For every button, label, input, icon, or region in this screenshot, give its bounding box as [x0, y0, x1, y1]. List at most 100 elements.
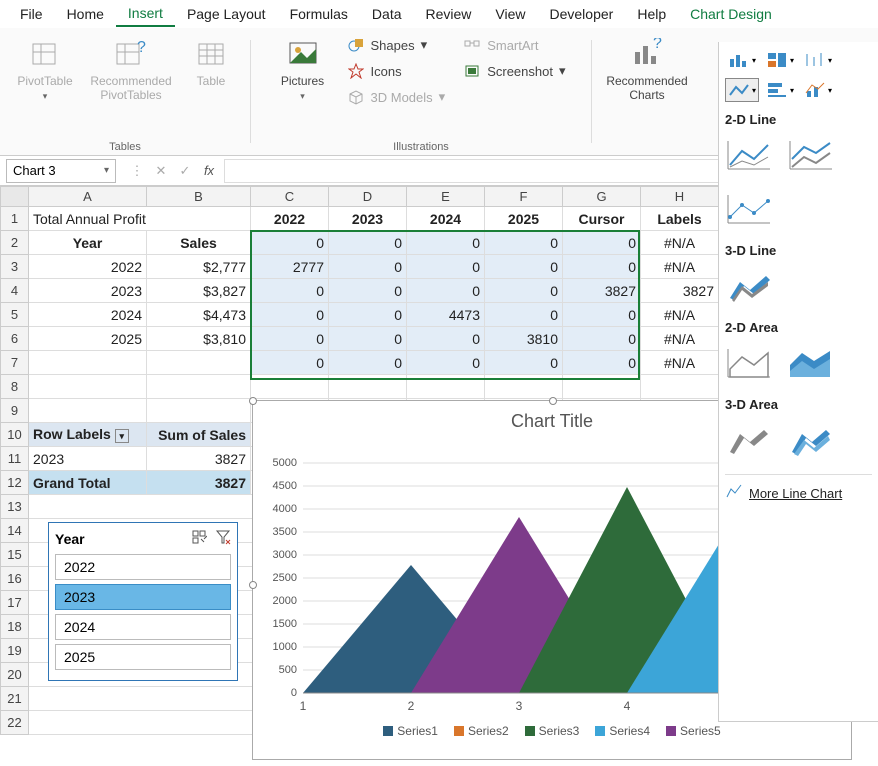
pivot-header[interactable]: Row Labels▾	[29, 423, 147, 447]
slicer-item[interactable]: 2025	[55, 644, 231, 670]
col-head-C[interactable]: C	[251, 187, 329, 207]
cell[interactable]: 2022	[251, 207, 329, 231]
line-stacked-option[interactable]	[787, 135, 835, 175]
cell[interactable]: 0	[485, 231, 563, 255]
cell[interactable]: 0	[329, 351, 407, 375]
pivottable-button[interactable]: PivotTable▾	[13, 34, 77, 107]
slicer-item[interactable]: 2023	[55, 584, 231, 610]
cell[interactable]: 3827	[641, 279, 719, 303]
cell[interactable]: $2,777	[147, 255, 251, 279]
line-markers-option[interactable]	[725, 189, 773, 229]
row-head[interactable]: 12	[1, 471, 29, 495]
hierarchy-chart-button[interactable]: ▾	[763, 48, 797, 72]
shapes-button[interactable]: Shapes ▾	[341, 34, 452, 56]
cell[interactable]: 0	[329, 231, 407, 255]
area-stacked-option[interactable]	[787, 343, 835, 383]
row-head[interactable]: 10	[1, 423, 29, 447]
more-line-charts-link[interactable]: More Line Chart	[725, 474, 872, 504]
cell[interactable]: $3,827	[147, 279, 251, 303]
cell[interactable]: $4,473	[147, 303, 251, 327]
cell[interactable]	[29, 375, 147, 399]
cell[interactable]: 2023	[29, 279, 147, 303]
cell[interactable]: 0	[563, 351, 641, 375]
cell[interactable]: Year	[29, 231, 147, 255]
cell[interactable]: #N/A	[641, 327, 719, 351]
multiselect-icon[interactable]	[191, 529, 207, 548]
3d-models-button[interactable]: 3D Models ▾	[341, 86, 452, 108]
cell[interactable]: #N/A	[641, 303, 719, 327]
table-button[interactable]: Table	[185, 34, 237, 92]
combo-chart-button[interactable]: ▾	[801, 78, 835, 102]
cell[interactable]: 3810	[485, 327, 563, 351]
row-head[interactable]: 15	[1, 543, 29, 567]
cell[interactable]: 0	[329, 255, 407, 279]
cell[interactable]	[251, 375, 329, 399]
row-head[interactable]: 9	[1, 399, 29, 423]
cell[interactable]: 0	[329, 303, 407, 327]
tab-chart-design[interactable]: Chart Design	[678, 2, 784, 26]
row-head[interactable]: 13	[1, 495, 29, 519]
tab-file[interactable]: File	[8, 2, 55, 26]
row-head[interactable]: 4	[1, 279, 29, 303]
chart-legend[interactable]: Series1 Series2 Series3 Series4 Series5	[253, 724, 851, 738]
row-head[interactable]: 1	[1, 207, 29, 231]
slicer-item[interactable]: 2024	[55, 614, 231, 640]
cell[interactable]: 0	[485, 351, 563, 375]
row-head[interactable]: 17	[1, 591, 29, 615]
cell[interactable]: 0	[407, 255, 485, 279]
cell[interactable]	[563, 375, 641, 399]
col-head-F[interactable]: F	[485, 187, 563, 207]
cell[interactable]: 0	[407, 327, 485, 351]
cell[interactable]: 2022	[29, 255, 147, 279]
pivot-total-value[interactable]: 3827	[147, 471, 251, 495]
cell[interactable]: #N/A	[641, 231, 719, 255]
tab-page-layout[interactable]: Page Layout	[175, 2, 278, 26]
cell[interactable]: $3,810	[147, 327, 251, 351]
col-head-E[interactable]: E	[407, 187, 485, 207]
column-chart-button[interactable]: ▾	[725, 48, 759, 72]
row-head[interactable]: 7	[1, 351, 29, 375]
cell[interactable]	[641, 375, 719, 399]
tab-insert[interactable]: Insert	[116, 1, 175, 27]
recommended-pivottables-button[interactable]: ? Recommended PivotTables	[83, 34, 179, 106]
pivot-row[interactable]: 2023	[29, 447, 147, 471]
cell[interactable]: Sales	[147, 231, 251, 255]
bar-chart-button[interactable]: ▾	[763, 78, 797, 102]
area-3d-option[interactable]	[725, 420, 773, 460]
cell[interactable]: 0	[563, 303, 641, 327]
slicer-item[interactable]: 2022	[55, 554, 231, 580]
cell[interactable]	[329, 375, 407, 399]
icons-button[interactable]: Icons	[341, 60, 452, 82]
cell[interactable]: 0	[407, 351, 485, 375]
cell[interactable]: 0	[485, 303, 563, 327]
pivot-value[interactable]: 3827	[147, 447, 251, 471]
cell[interactable]: 0	[485, 255, 563, 279]
row-head[interactable]: 21	[1, 687, 29, 711]
pivot-header[interactable]: Sum of Sales	[147, 423, 251, 447]
select-all-corner[interactable]	[1, 187, 29, 207]
cell[interactable]: 2777	[251, 255, 329, 279]
cell[interactable]: #N/A	[641, 351, 719, 375]
cell[interactable]: 0	[251, 351, 329, 375]
row-head[interactable]: 8	[1, 375, 29, 399]
line-3d-option[interactable]	[725, 266, 773, 306]
cell[interactable]	[485, 375, 563, 399]
year-slicer[interactable]: Year 2022 2023 2024 2025	[48, 522, 238, 681]
col-head-A[interactable]: A	[29, 187, 147, 207]
row-head[interactable]: 19	[1, 639, 29, 663]
row-head[interactable]: 3	[1, 255, 29, 279]
row-head[interactable]: 6	[1, 327, 29, 351]
recommended-charts-button[interactable]: ? Recommended Charts	[597, 34, 697, 106]
cancel-icon[interactable]: ✕	[152, 163, 170, 179]
expand-icon[interactable]: ⋮	[128, 163, 146, 179]
cell[interactable]: 2024	[29, 303, 147, 327]
row-head[interactable]: 16	[1, 567, 29, 591]
row-head[interactable]: 11	[1, 447, 29, 471]
screenshot-button[interactable]: Screenshot ▾	[457, 60, 571, 82]
pictures-button[interactable]: Pictures▾	[271, 34, 335, 107]
enter-icon[interactable]: ✓	[176, 163, 194, 179]
caret-down-icon[interactable]: ▾	[104, 165, 109, 176]
cell[interactable]: 0	[563, 231, 641, 255]
row-head[interactable]: 2	[1, 231, 29, 255]
smartart-button[interactable]: SmartArt	[457, 34, 571, 56]
